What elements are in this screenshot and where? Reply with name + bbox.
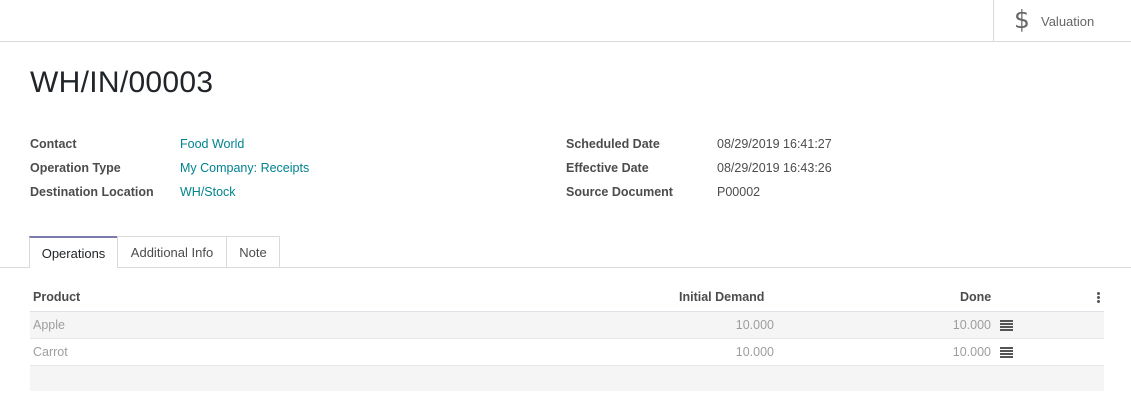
column-header-done[interactable]: Done	[960, 290, 991, 304]
tab-note[interactable]: Note	[226, 236, 280, 267]
record-title: WH/IN/00003	[30, 66, 214, 99]
contact-link[interactable]: Food World	[180, 137, 244, 151]
done-cell: 10.000	[952, 318, 991, 332]
effective-date-value: 08/29/2019 16:43:26	[717, 161, 832, 175]
scheduled-date-value: 08/29/2019 16:41:27	[717, 137, 832, 151]
product-cell: Carrot	[33, 345, 68, 359]
tab-additional-info[interactable]: Additional Info	[117, 236, 227, 267]
valuation-label: Valuation	[1041, 14, 1095, 29]
tabs-divider	[0, 267, 1131, 268]
tab-operations[interactable]: Operations	[29, 236, 118, 268]
table-row[interactable]: Carrot 10.000 10.000	[30, 339, 1104, 366]
table-empty-row	[30, 366, 1104, 391]
column-options-kebab-icon[interactable]	[1097, 292, 1100, 304]
initial-demand-cell: 10.000	[735, 345, 774, 359]
destination-location-label: Destination Location	[30, 185, 154, 199]
effective-date-label: Effective Date	[566, 161, 649, 175]
table-row[interactable]: Apple 10.000 10.000	[30, 312, 1104, 339]
done-cell: 10.000	[952, 345, 991, 359]
source-document-label: Source Document	[566, 185, 673, 199]
dollar-icon: $	[1014, 5, 1030, 34]
operation-type-label: Operation Type	[30, 161, 121, 175]
column-header-product[interactable]: Product	[33, 290, 80, 304]
detailed-operations-list-icon[interactable]	[1000, 347, 1013, 359]
scheduled-date-label: Scheduled Date	[566, 137, 660, 151]
product-cell: Apple	[33, 318, 65, 332]
detailed-operations-list-icon[interactable]	[1000, 320, 1013, 332]
control-panel: $ Valuation	[0, 0, 1131, 42]
table-header: Product Initial Demand Done	[30, 284, 1104, 312]
column-header-initial-demand[interactable]: Initial Demand	[679, 290, 764, 304]
valuation-button[interactable]: $ Valuation	[993, 0, 1131, 41]
source-document-value: P00002	[717, 185, 761, 199]
operation-type-link[interactable]: My Company: Receipts	[180, 161, 309, 175]
contact-label: Contact	[30, 137, 77, 151]
destination-location-link[interactable]: WH/Stock	[180, 185, 236, 199]
initial-demand-cell: 10.000	[735, 318, 774, 332]
